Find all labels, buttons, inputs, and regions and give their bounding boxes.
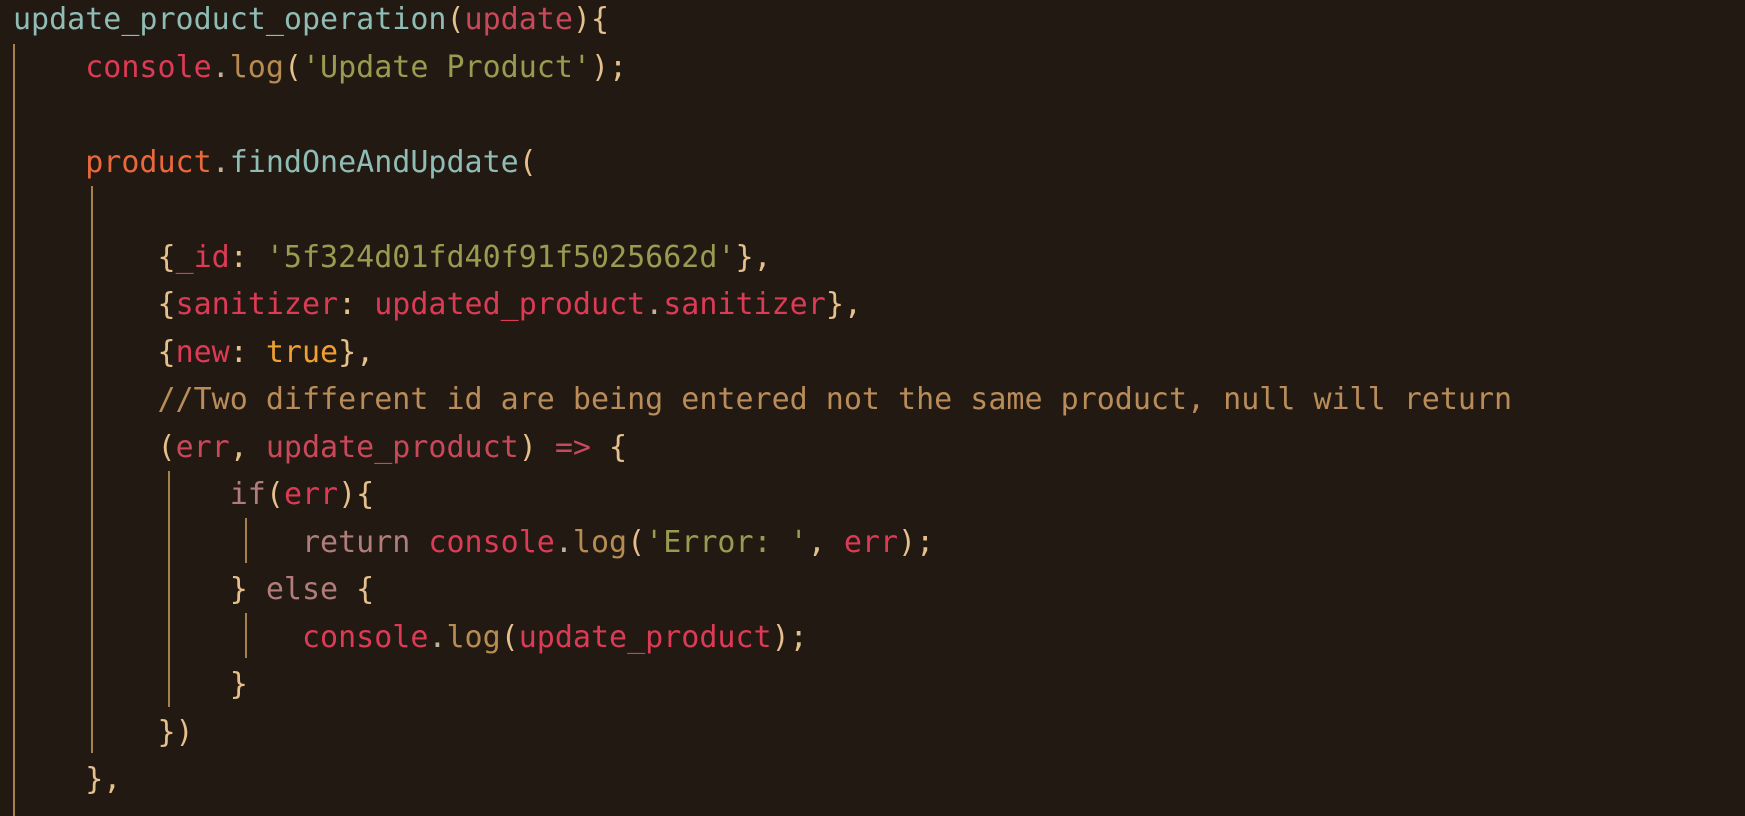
code-token: {	[157, 334, 176, 370]
code-token: new	[175, 334, 230, 370]
code-token: ,	[229, 429, 266, 465]
code-token: err	[843, 524, 899, 560]
code-token: true	[265, 334, 339, 370]
code-line-16[interactable]: })	[13, 709, 194, 757]
code-line-12[interactable]: return console.log('Error: ', err);	[13, 519, 934, 567]
code-token: (	[283, 49, 302, 85]
code-line-9[interactable]: //Two different id are being entered not…	[13, 376, 1513, 424]
code-token: {	[157, 287, 176, 322]
code-token: err	[175, 429, 230, 465]
code-token: _id	[175, 239, 230, 275]
code-token: if	[229, 477, 266, 512]
code-token: (	[500, 619, 519, 655]
code-token: );	[590, 49, 628, 85]
code-token: return	[301, 524, 411, 560]
code-line-14[interactable]: console.log(update_product);	[13, 614, 808, 662]
code-token: log	[229, 49, 284, 85]
code-token: {	[338, 572, 375, 607]
code-token: },	[85, 762, 122, 797]
code-line-17[interactable]: },	[13, 756, 121, 804]
code-token: (	[518, 144, 537, 180]
code-token: :	[338, 287, 375, 322]
code-line-15[interactable]: }	[13, 661, 248, 709]
code-token: log	[446, 619, 501, 655]
code-token: else	[265, 572, 339, 607]
code-token: sanitizer	[663, 287, 826, 322]
code-token: ,	[807, 524, 844, 560]
code-line-1[interactable]: update_product_operation(update){	[13, 0, 609, 44]
code-token: 'Update Product'	[302, 49, 591, 85]
code-token: :	[229, 334, 266, 370]
code-token: product	[85, 144, 212, 180]
code-token: {	[157, 239, 176, 275]
code-token: {	[591, 429, 628, 465]
code-line-7[interactable]: {sanitizer: updated_product.sanitizer},	[13, 281, 862, 329]
code-token: (	[265, 477, 284, 512]
code-token: console	[301, 619, 429, 655]
code-token: );	[898, 524, 935, 560]
code-token: ){	[572, 2, 610, 37]
code-token: .	[645, 287, 664, 322]
code-token: (	[157, 429, 176, 465]
code-token: )	[518, 429, 555, 465]
code-token: (	[627, 524, 646, 560]
code-line-13[interactable]: } else {	[13, 566, 375, 614]
code-token: },	[338, 334, 375, 370]
code-line-2[interactable]: console.log('Update Product');	[13, 44, 627, 92]
code-token: console	[428, 524, 555, 560]
code-token: err	[283, 477, 339, 512]
code-token: .	[428, 619, 447, 655]
code-token: (	[446, 2, 465, 37]
code-token: log	[572, 524, 628, 560]
code-token: }	[229, 667, 248, 702]
code-token: ){	[338, 477, 375, 512]
code-line-8[interactable]: {new: true},	[13, 329, 375, 377]
code-line-11[interactable]: if(err){	[13, 471, 375, 519]
code-line-4[interactable]: product.findOneAndUpdate(	[13, 139, 537, 187]
code-token: .	[211, 49, 230, 85]
code-token: update_product	[518, 619, 772, 655]
code-token: .	[211, 144, 230, 180]
code-line-6[interactable]: {_id: '5f324d01fd40f91f5025662d'},	[13, 234, 772, 282]
code-token: .	[554, 524, 573, 560]
code-token: })	[157, 714, 194, 750]
code-token: update_product_operation	[13, 2, 447, 37]
code-token: console	[85, 49, 212, 85]
code-token: }	[229, 572, 266, 607]
code-editor[interactable]: update_product_operation(update){ consol…	[0, 0, 1745, 816]
code-token: 'Error: '	[645, 524, 808, 560]
code-token: updated_product	[374, 287, 646, 322]
code-token: '5f324d01fd40f91f5025662d'	[265, 239, 736, 275]
code-token: );	[771, 619, 808, 655]
code-token: },	[825, 287, 862, 322]
code-token: sanitizer	[175, 287, 339, 322]
code-token: findOneAndUpdate	[229, 144, 519, 180]
code-token: :	[229, 239, 266, 275]
code-line-10[interactable]: (err, update_product) => {	[13, 424, 628, 472]
code-token: },	[735, 239, 772, 275]
code-token: =>	[554, 429, 591, 465]
code-token: update_product	[265, 429, 519, 465]
code-token: update	[464, 2, 573, 37]
code-token: //Two different id are being entered not…	[157, 382, 1513, 417]
